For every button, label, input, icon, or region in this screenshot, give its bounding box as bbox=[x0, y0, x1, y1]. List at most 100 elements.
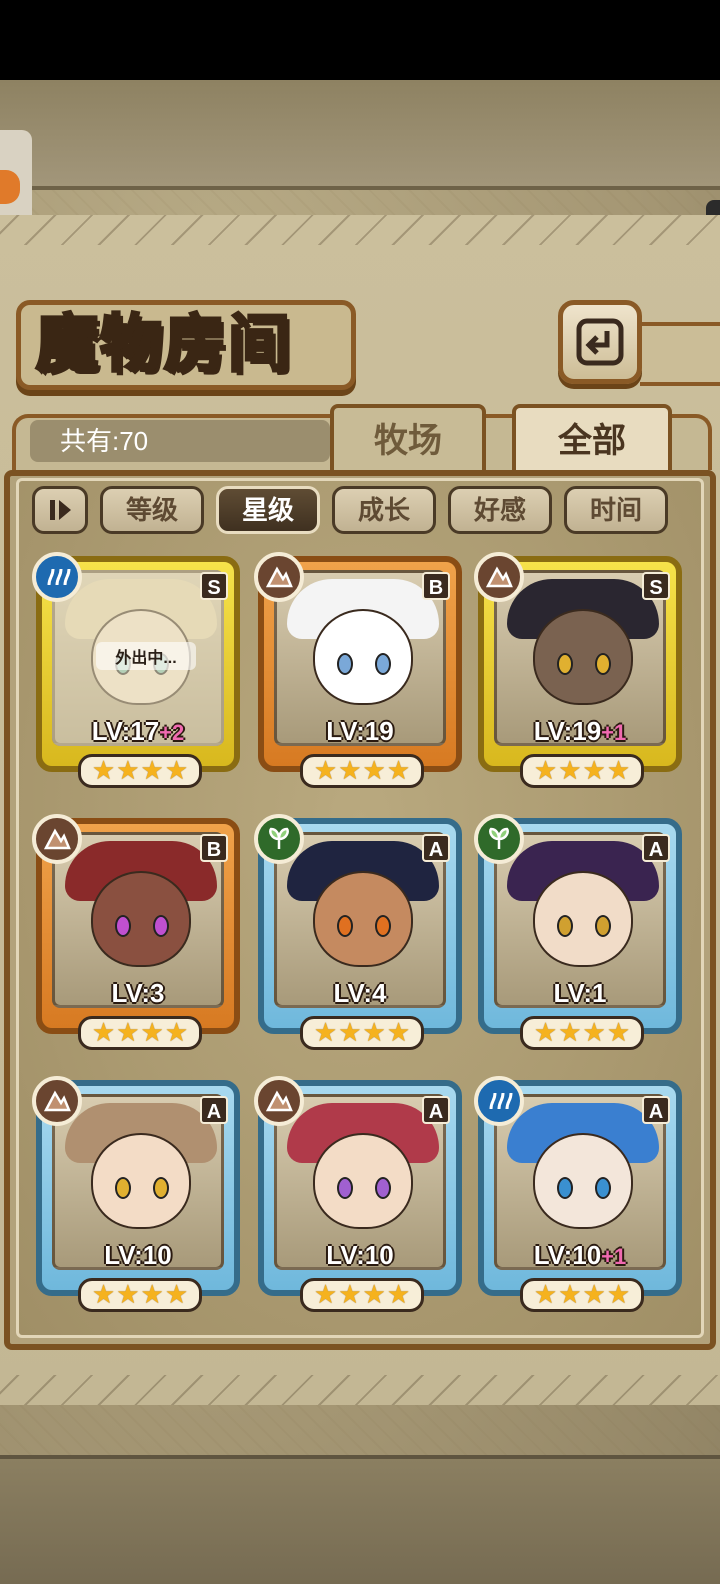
star-icon: ★ bbox=[606, 1018, 631, 1048]
sort-by-time-button[interactable]: 时间 bbox=[564, 486, 668, 534]
away-status: 外出中... bbox=[96, 642, 196, 670]
level-value: LV:10 bbox=[104, 1240, 172, 1270]
portrait-face bbox=[313, 871, 413, 967]
return-arrow-icon bbox=[576, 318, 624, 366]
tab-farm[interactable]: 牧场 bbox=[330, 404, 486, 474]
panel-edge-bottom bbox=[0, 1375, 720, 1405]
level-label: LV:19+1 bbox=[494, 716, 666, 746]
star-rating: ★ ★ ★ ★ bbox=[300, 754, 424, 788]
portrait-eye bbox=[557, 1177, 573, 1199]
portrait-face bbox=[91, 1133, 191, 1229]
level-bonus: +1 bbox=[601, 720, 627, 745]
monster-count: 共有:70 bbox=[60, 426, 149, 456]
level-bonus: +1 bbox=[601, 1244, 627, 1269]
earth-icon bbox=[32, 814, 82, 864]
star-icon: ★ bbox=[533, 756, 558, 786]
portrait-eye bbox=[337, 653, 353, 675]
level-value: LV:19 bbox=[326, 716, 394, 746]
portrait-eye bbox=[557, 653, 573, 675]
star-icon: ★ bbox=[606, 1280, 631, 1310]
star-rating: ★ ★ ★ ★ bbox=[300, 1016, 424, 1050]
level-label: LV:10+1 bbox=[494, 1240, 666, 1270]
level-value: LV:10 bbox=[533, 1240, 602, 1270]
level-label: LV:1 bbox=[494, 978, 666, 1008]
star-icon: ★ bbox=[164, 1018, 189, 1048]
back-button[interactable] bbox=[558, 300, 642, 384]
star-rating: ★ ★ ★ ★ bbox=[520, 1016, 644, 1050]
earth-icon bbox=[254, 1076, 304, 1126]
portrait-eye bbox=[337, 1177, 353, 1199]
star-icon: ★ bbox=[140, 1018, 164, 1048]
monster-card[interactable]: A LV:10+1 ★ ★ ★ ★ bbox=[474, 1076, 682, 1312]
back-rail bbox=[640, 322, 720, 386]
sort-direction-icon bbox=[50, 500, 71, 520]
star-icon: ★ bbox=[313, 1018, 338, 1048]
leaf-icon bbox=[254, 814, 304, 864]
earth-icon bbox=[474, 552, 524, 602]
rank-badge: B bbox=[422, 572, 450, 600]
sort-by-stars-button[interactable]: 星级 bbox=[216, 486, 320, 534]
portrait-eye bbox=[375, 653, 391, 675]
portrait-eye bbox=[375, 915, 391, 937]
star-icon: ★ bbox=[386, 1280, 411, 1310]
monster-card[interactable]: A LV:10 ★ ★ ★ ★ bbox=[32, 1076, 240, 1312]
page-title: 魔物房间 bbox=[35, 306, 293, 382]
sort-by-growth-button[interactable]: 成长 bbox=[332, 486, 436, 534]
monster-card[interactable]: B LV:3 ★ ★ ★ ★ bbox=[32, 814, 240, 1050]
star-icon: ★ bbox=[558, 1280, 582, 1310]
star-rating: ★ ★ ★ ★ bbox=[78, 754, 202, 788]
portrait-face bbox=[533, 1133, 633, 1229]
portrait-face bbox=[313, 1133, 413, 1229]
level-label: LV:3 bbox=[52, 978, 224, 1008]
monster-card[interactable]: 外出中... S LV:17+2 ★ ★ ★ ★ bbox=[32, 552, 240, 788]
level-label: LV:19 bbox=[274, 716, 446, 746]
tab-all[interactable]: 全部 bbox=[512, 404, 672, 478]
star-icon: ★ bbox=[140, 1280, 164, 1310]
star-rating: ★ ★ ★ ★ bbox=[520, 754, 644, 788]
monster-card[interactable]: S LV:19+1 ★ ★ ★ ★ bbox=[474, 552, 682, 788]
star-icon: ★ bbox=[91, 1018, 116, 1048]
star-icon: ★ bbox=[164, 756, 189, 786]
level-label: LV:4 bbox=[274, 978, 446, 1008]
star-icon: ★ bbox=[116, 1018, 140, 1048]
star-rating: ★ ★ ★ ★ bbox=[78, 1016, 202, 1050]
star-icon: ★ bbox=[313, 756, 338, 786]
portrait-eye bbox=[115, 1177, 131, 1199]
map-bottom-strip bbox=[0, 1455, 720, 1584]
panel-edge-top bbox=[0, 215, 720, 245]
monster-card[interactable]: A LV:10 ★ ★ ★ ★ bbox=[254, 1076, 462, 1312]
sort-by-level-button[interactable]: 等级 bbox=[100, 486, 204, 534]
portrait-face bbox=[91, 871, 191, 967]
star-icon: ★ bbox=[140, 756, 164, 786]
star-rating: ★ ★ ★ ★ bbox=[300, 1278, 424, 1312]
sort-by-affection-button[interactable]: 好感 bbox=[448, 486, 552, 534]
monster-card[interactable]: B LV:19 ★ ★ ★ ★ bbox=[254, 552, 462, 788]
star-icon: ★ bbox=[338, 756, 362, 786]
star-icon: ★ bbox=[558, 1018, 582, 1048]
level-value: LV:3 bbox=[111, 978, 165, 1008]
star-icon: ★ bbox=[558, 756, 582, 786]
water-icon bbox=[474, 1076, 524, 1126]
level-label: LV:10 bbox=[52, 1240, 224, 1270]
sort-order-toggle[interactable] bbox=[32, 486, 88, 534]
level-label: LV:17+2 bbox=[52, 716, 224, 746]
star-icon: ★ bbox=[362, 756, 386, 786]
portrait-eye bbox=[375, 1177, 391, 1199]
star-icon: ★ bbox=[386, 1018, 411, 1048]
level-value: LV:19 bbox=[533, 716, 602, 746]
portrait-eye bbox=[337, 915, 353, 937]
monster-card[interactable]: A LV:1 ★ ★ ★ ★ bbox=[474, 814, 682, 1050]
rank-badge: A bbox=[422, 1096, 450, 1124]
star-icon: ★ bbox=[116, 1280, 140, 1310]
star-icon: ★ bbox=[362, 1280, 386, 1310]
portrait-face bbox=[533, 871, 633, 967]
star-icon: ★ bbox=[362, 1018, 386, 1048]
star-icon: ★ bbox=[533, 1280, 558, 1310]
star-icon: ★ bbox=[91, 756, 116, 786]
portrait-face bbox=[533, 609, 633, 705]
portrait-eye bbox=[115, 915, 131, 937]
star-icon: ★ bbox=[582, 1280, 606, 1310]
level-bonus: +2 bbox=[159, 720, 185, 745]
star-icon: ★ bbox=[582, 756, 606, 786]
monster-card[interactable]: A LV:4 ★ ★ ★ ★ bbox=[254, 814, 462, 1050]
